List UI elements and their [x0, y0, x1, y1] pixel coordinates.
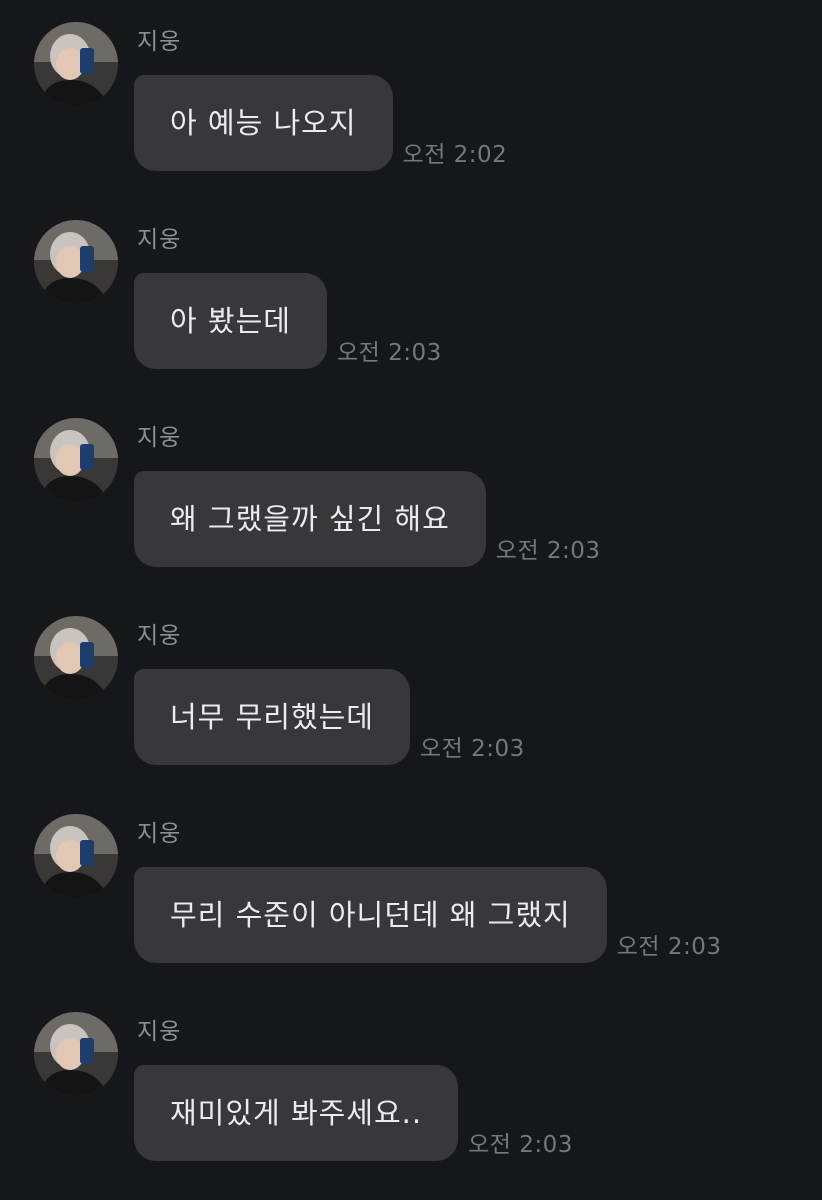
message-row: 너무 무리했는데 오전 2:03	[134, 669, 525, 765]
message-group: 지웅 너무 무리했는데 오전 2:03	[0, 594, 822, 765]
message-bubble[interactable]: 무리 수준이 아니던데 왜 그랬지	[134, 867, 607, 963]
avatar[interactable]	[34, 418, 118, 502]
sender-name: 지웅	[137, 623, 182, 649]
message-bubble[interactable]: 아 봤는데	[134, 273, 327, 369]
message-row: 재미있게 봐주세요.. 오전 2:03	[134, 1065, 573, 1161]
message-time: 오전 2:03	[495, 538, 601, 564]
sender-name: 지웅	[137, 425, 182, 451]
message-group: 지웅 아 예능 나오지 오전 2:02	[0, 0, 822, 171]
avatar[interactable]	[34, 616, 118, 700]
message-bubble[interactable]: 왜 그랬을까 싶긴 해요	[134, 471, 486, 567]
profile-photo-icon	[34, 220, 118, 304]
message-bubble[interactable]: 아 예능 나오지	[134, 75, 393, 171]
message-group: 지웅 재미있게 봐주세요.. 오전 2:03	[0, 990, 822, 1161]
message-bubble[interactable]: 너무 무리했는데	[134, 669, 410, 765]
message-group: 지웅 무리 수준이 아니던데 왜 그랬지 오전 2:03	[0, 792, 822, 963]
sender-name: 지웅	[137, 1019, 182, 1045]
profile-photo-icon	[34, 22, 118, 106]
message-time: 오전 2:03	[336, 340, 442, 366]
profile-photo-icon	[34, 616, 118, 700]
message-row: 아 예능 나오지 오전 2:02	[134, 75, 507, 171]
message-time: 오전 2:02	[402, 142, 508, 168]
profile-photo-icon	[34, 814, 118, 898]
message-row: 왜 그랬을까 싶긴 해요 오전 2:03	[134, 471, 601, 567]
message-time: 오전 2:03	[419, 736, 525, 762]
message-row: 무리 수준이 아니던데 왜 그랬지 오전 2:03	[134, 867, 722, 963]
avatar[interactable]	[34, 220, 118, 304]
avatar[interactable]	[34, 1012, 118, 1096]
message-time: 오전 2:03	[468, 1132, 573, 1158]
profile-photo-icon	[34, 418, 118, 502]
message-time: 오전 2:03	[616, 934, 722, 960]
profile-photo-icon	[34, 1012, 118, 1096]
sender-name: 지웅	[137, 29, 182, 55]
message-row: 아 봤는데 오전 2:03	[134, 273, 442, 369]
sender-name: 지웅	[137, 227, 182, 253]
avatar[interactable]	[34, 814, 118, 898]
sender-name: 지웅	[137, 821, 182, 847]
message-group: 지웅 아 봤는데 오전 2:03	[0, 198, 822, 369]
avatar[interactable]	[34, 22, 118, 106]
message-bubble[interactable]: 재미있게 봐주세요..	[134, 1065, 459, 1161]
message-group: 지웅 왜 그랬을까 싶긴 해요 오전 2:03	[0, 396, 822, 567]
